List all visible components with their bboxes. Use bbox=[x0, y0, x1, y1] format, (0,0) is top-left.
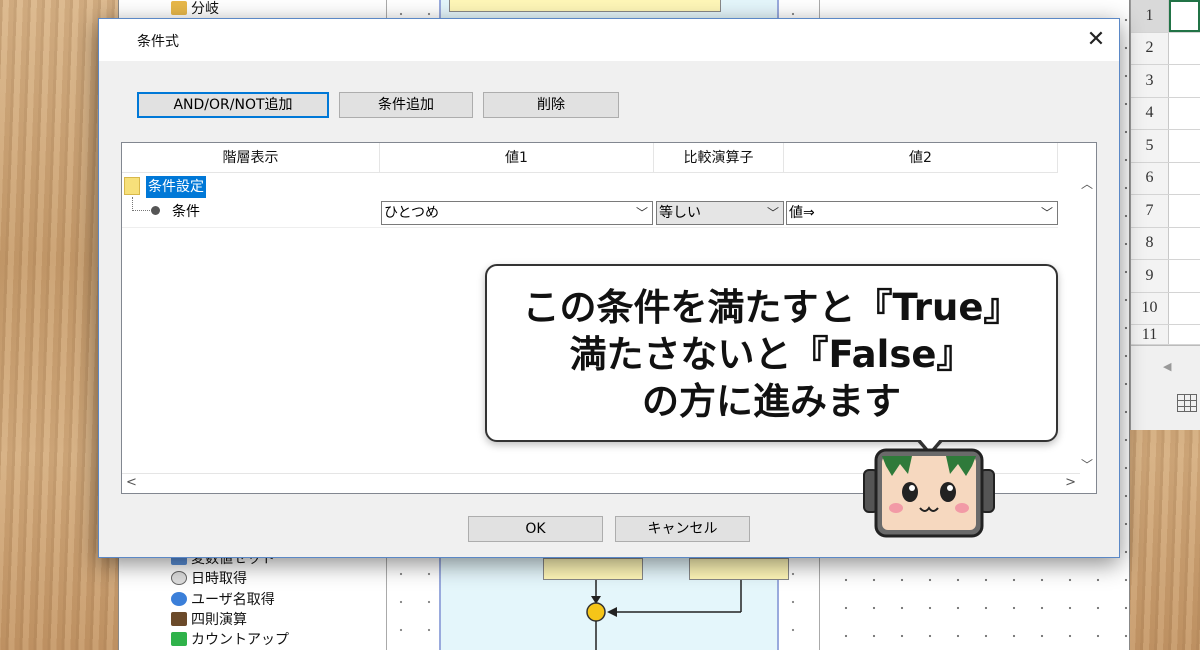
vertical-scrollbar[interactable]: ︿ ﹀ bbox=[1078, 173, 1096, 473]
close-icon[interactable]: ✕ bbox=[1081, 25, 1111, 55]
chevron-down-icon: ﹀ bbox=[1040, 206, 1053, 220]
tree-item-label: カウントアップ bbox=[191, 632, 289, 648]
calculator-icon bbox=[171, 612, 187, 626]
tree-item-condition[interactable]: 条件 bbox=[172, 201, 200, 221]
row-number: 3 bbox=[1131, 65, 1169, 97]
chevron-down-icon: ﹀ bbox=[635, 206, 648, 220]
scroll-left-icon[interactable]: < bbox=[126, 475, 137, 490]
column-header-value2[interactable]: 値2 bbox=[784, 143, 1058, 173]
tree-item-arithmetic[interactable]: 四則演算 bbox=[171, 609, 247, 629]
bubble-line: の方に進みます bbox=[642, 380, 901, 423]
value1-select[interactable]: ひとつめ ﹀ bbox=[381, 201, 653, 225]
row-number: 4 bbox=[1131, 97, 1169, 129]
scroll-down-icon[interactable]: ﹀ bbox=[1078, 456, 1096, 473]
row-number: 11 bbox=[1131, 325, 1169, 344]
column-header-hierarchy[interactable]: 階層表示 bbox=[122, 143, 380, 173]
row-number: 6 bbox=[1131, 162, 1169, 194]
scroll-left-icon[interactable]: ◀ bbox=[1163, 360, 1171, 373]
normal-view-icon[interactable] bbox=[1177, 394, 1197, 412]
tree-connector bbox=[132, 210, 150, 211]
excel-window-fragment: 1 2 3 4 5 6 7 8 9 10 11 ◀ bbox=[1130, 0, 1200, 430]
delete-button[interactable]: 削除 bbox=[483, 92, 619, 118]
row-number: 2 bbox=[1131, 32, 1169, 64]
tree-item-label: 分岐 bbox=[191, 1, 219, 17]
cancel-button[interactable]: キャンセル bbox=[615, 516, 750, 542]
row-number: 8 bbox=[1131, 227, 1169, 259]
row-number: 1 bbox=[1131, 0, 1169, 32]
excel-status-area: ◀ bbox=[1131, 345, 1200, 430]
excel-row[interactable]: 6 bbox=[1131, 162, 1200, 195]
row-divider bbox=[122, 227, 1058, 228]
tree-item-label: 日時取得 bbox=[191, 571, 247, 587]
add-and-or-not-button[interactable]: AND/OR/NOT追加 bbox=[137, 92, 329, 118]
dialog-titlebar[interactable]: 条件式 ✕ bbox=[99, 19, 1119, 61]
bubble-text: この条件を満たすと『True』 満たさないと『False』 の方に進みます bbox=[487, 284, 1056, 425]
excel-row[interactable]: 10 bbox=[1131, 292, 1200, 325]
excel-row[interactable]: 1 bbox=[1131, 0, 1200, 33]
bubble-line: この条件を満たすと『True』 bbox=[522, 286, 1021, 329]
excel-row[interactable]: 8 bbox=[1131, 227, 1200, 260]
tree-item-branch[interactable]: 分岐 bbox=[171, 0, 219, 18]
ok-button[interactable]: OK bbox=[468, 516, 603, 542]
bullet-icon bbox=[151, 206, 160, 215]
value2-selected: 値⇒ bbox=[789, 205, 815, 221]
row-number: 9 bbox=[1131, 260, 1169, 292]
plus-icon bbox=[171, 632, 187, 646]
folder-icon bbox=[124, 177, 140, 195]
tree-item-label: ユーザ名取得 bbox=[191, 592, 275, 608]
operator-select[interactable]: 等しい ﹀ bbox=[656, 201, 784, 225]
value2-select[interactable]: 値⇒ ﹀ bbox=[786, 201, 1058, 225]
row-number: 7 bbox=[1131, 195, 1169, 227]
add-condition-button[interactable]: 条件追加 bbox=[339, 92, 473, 118]
selected-cell[interactable] bbox=[1169, 0, 1200, 32]
tree-item-countup[interactable]: カウントアップ bbox=[171, 629, 289, 649]
user-icon bbox=[171, 592, 187, 606]
excel-row[interactable]: 9 bbox=[1131, 260, 1200, 293]
scroll-right-icon[interactable]: > bbox=[1065, 475, 1076, 490]
excel-row[interactable]: 4 bbox=[1131, 97, 1200, 130]
excel-row[interactable]: 7 bbox=[1131, 195, 1200, 228]
tree-root-condition-settings[interactable]: 条件設定 bbox=[146, 176, 206, 198]
tree-item-get-username[interactable]: ユーザ名取得 bbox=[171, 589, 275, 609]
speech-bubble: この条件を満たすと『True』 満たさないと『False』 の方に進みます bbox=[485, 264, 1058, 442]
value1-selected: ひとつめ bbox=[384, 205, 440, 221]
excel-row[interactable]: 2 bbox=[1131, 32, 1200, 65]
row-number: 10 bbox=[1131, 292, 1169, 324]
column-header-value1[interactable]: 値1 bbox=[380, 143, 654, 173]
clock-icon bbox=[171, 571, 187, 585]
scroll-up-icon[interactable]: ︿ bbox=[1078, 175, 1096, 192]
operator-selected: 等しい bbox=[659, 205, 701, 221]
excel-row[interactable]: 3 bbox=[1131, 65, 1200, 98]
tree-item-label: 四則演算 bbox=[191, 612, 247, 628]
excel-row[interactable]: 11 bbox=[1131, 325, 1200, 345]
bubble-line: 満たさないと『False』 bbox=[569, 333, 974, 376]
row-number: 5 bbox=[1131, 130, 1169, 162]
dialog-title: 条件式 bbox=[137, 34, 179, 50]
branch-icon bbox=[171, 1, 187, 15]
robot-mascot-icon bbox=[863, 448, 995, 538]
tree-item-get-datetime[interactable]: 日時取得 bbox=[171, 568, 247, 588]
tree-connector bbox=[132, 197, 133, 211]
flow-block[interactable] bbox=[449, 0, 721, 12]
column-header-operator[interactable]: 比較演算子 bbox=[654, 143, 784, 173]
chevron-down-icon: ﹀ bbox=[766, 206, 779, 220]
grid-header: 階層表示 値1 比較演算子 値2 bbox=[122, 143, 1058, 173]
excel-row[interactable]: 5 bbox=[1131, 130, 1200, 163]
